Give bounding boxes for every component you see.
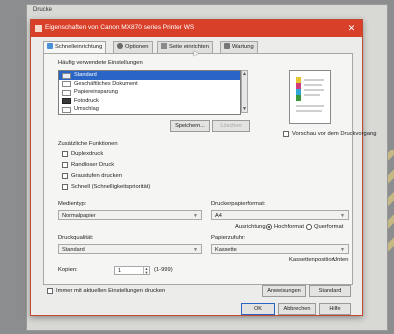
portrait-radio[interactable] (266, 224, 272, 230)
cancel-button[interactable]: Abbrechen (278, 303, 316, 315)
close-icon[interactable]: ✕ (345, 22, 358, 34)
list-item-label: Umschlag (74, 106, 99, 112)
chevron-down-icon: ▼ (340, 213, 345, 219)
list-item-label: Fotodruck (74, 97, 99, 104)
media-type-value: Normalpapier (62, 213, 96, 219)
list-item-label: Standard (74, 72, 97, 78)
paper-source-select[interactable]: Kassette ▼ (211, 244, 349, 254)
duplex-label: Duplexdruck (71, 151, 104, 157)
preview-checkbox-label: Vorschau vor dem Druckvorgang (292, 131, 377, 137)
maintenance-icon (224, 43, 230, 49)
ok-button[interactable]: OK (241, 303, 275, 315)
stepper-arrows-icon[interactable]: ▲ ▼ (143, 267, 149, 274)
quick-setup-panel: Häufig verwendete Einstellungen Standard… (43, 53, 376, 285)
standard-icon (62, 72, 71, 79)
cassette-position-label: Kassettenposition: (289, 257, 337, 263)
copies-value: 1 (118, 268, 122, 274)
list-item[interactable]: Geschäftliches Dokument (59, 80, 240, 89)
list-item[interactable]: Umschlag (59, 105, 240, 114)
common-settings-list[interactable]: Standard Geschäftliches Dokument Papiere… (58, 70, 241, 115)
landscape-label: Querformat (314, 224, 344, 230)
preview-line (296, 110, 322, 112)
fast-print-checkbox[interactable] (62, 184, 68, 190)
tab-options[interactable]: Optionen (113, 41, 153, 53)
list-item-label: Papiereinsparung (74, 89, 118, 95)
background-window-title: Drucke (33, 7, 53, 13)
media-type-label: Medientyp: (58, 201, 87, 207)
help-button[interactable]: Hilfe (319, 303, 351, 315)
paper-source-value: Kassette (215, 247, 237, 253)
chevron-down-icon: ▼ (193, 247, 198, 253)
instructions-button[interactable]: Anweisungen (262, 285, 306, 297)
preview-line (304, 84, 322, 86)
copies-label: Kopien: (58, 267, 78, 273)
color-bars-icon (296, 77, 301, 101)
fast-print-label: Schnell (Schnelligkeitspriorität) (71, 184, 151, 190)
list-item[interactable]: Standard (59, 71, 240, 80)
copies-range: (1-999) (154, 267, 173, 273)
print-quality-label: Druckqualität: (58, 235, 94, 241)
paper-source-label: Papierzufuhr: (211, 235, 246, 241)
title-bar[interactable]: Eigenschaften von Canon MX870 series Pri… (31, 20, 362, 37)
envelope-icon (62, 106, 71, 113)
preview-line (304, 79, 324, 81)
tab-page-setup[interactable]: Seite einrichten (157, 41, 213, 53)
copies-stepper[interactable]: 1 ▲ ▼ (114, 266, 150, 275)
list-scrollbar[interactable]: ▲ ▼ (241, 70, 248, 113)
save-button[interactable]: Speichern... (170, 120, 210, 132)
photo-icon (62, 98, 71, 104)
preview-line (304, 89, 324, 91)
list-item-label: Geschäftliches Dokument (74, 80, 138, 87)
delete-button[interactable]: Löschen (212, 120, 250, 132)
print-preview-image (289, 70, 331, 124)
landscape-radio[interactable] (306, 224, 312, 230)
orientation-label: Ausrichtung (235, 224, 266, 230)
list-item[interactable]: Fotodruck (59, 97, 240, 106)
borderless-checkbox[interactable] (62, 162, 68, 168)
media-type-select[interactable]: Normalpapier ▼ (58, 210, 202, 220)
grayscale-checkbox[interactable] (62, 173, 68, 179)
paper-saving-icon (62, 89, 71, 96)
mouse-cursor-icon: ➤ (192, 49, 199, 58)
paper-size-label: Druckerpapierformat: (211, 201, 266, 207)
document-icon (62, 81, 71, 87)
dialog-title: Eigenschaften von Canon MX870 series Pri… (45, 24, 195, 31)
defaults-button[interactable]: Standard (309, 285, 351, 297)
always-print-current-checkbox[interactable] (47, 288, 53, 294)
print-quality-select[interactable]: Standard ▼ (58, 244, 202, 254)
borderless-label: Randloser Druck (71, 162, 115, 168)
list-item[interactable]: Papiereinsparung (59, 88, 240, 97)
page-setup-icon (161, 43, 167, 49)
chevron-down-icon: ▼ (340, 247, 345, 253)
print-quality-value: Standard (62, 247, 85, 253)
preview-checkbox[interactable] (283, 131, 289, 137)
printer-icon (35, 25, 42, 32)
portrait-label: Hochformat (274, 224, 304, 230)
duplex-checkbox[interactable] (62, 151, 68, 157)
scroll-up-icon[interactable]: ▲ (242, 71, 247, 77)
cassette-position-value: Unten (333, 257, 349, 263)
always-print-current-label: Immer mit aktuellen Einstellungen drucke… (56, 288, 166, 294)
paper-size-value: A4 (215, 213, 222, 219)
common-settings-label: Häufig verwendete Einstellungen (58, 60, 143, 66)
preview-line (304, 94, 320, 96)
tab-options-label: Optionen (125, 44, 149, 50)
additional-functions-label: Zusätzliche Funktionen (58, 141, 118, 147)
preview-line (296, 105, 324, 107)
printer-properties-dialog: Eigenschaften von Canon MX870 series Pri… (30, 19, 376, 316)
grayscale-label: Graustufen drucken (71, 173, 122, 179)
tab-page-setup-label: Seite einrichten (169, 44, 209, 50)
scroll-down-icon[interactable]: ▼ (242, 106, 247, 112)
chevron-down-icon: ▼ (193, 213, 198, 219)
options-icon (117, 43, 123, 49)
paper-size-select[interactable]: A4 ▼ (211, 210, 349, 220)
tab-maintenance[interactable]: Wartung (220, 41, 258, 53)
tab-maintenance-label: Wartung (232, 44, 254, 50)
quick-setup-icon (47, 43, 53, 49)
tab-quick-setup-label: Schnelleinrichtung (55, 44, 103, 50)
